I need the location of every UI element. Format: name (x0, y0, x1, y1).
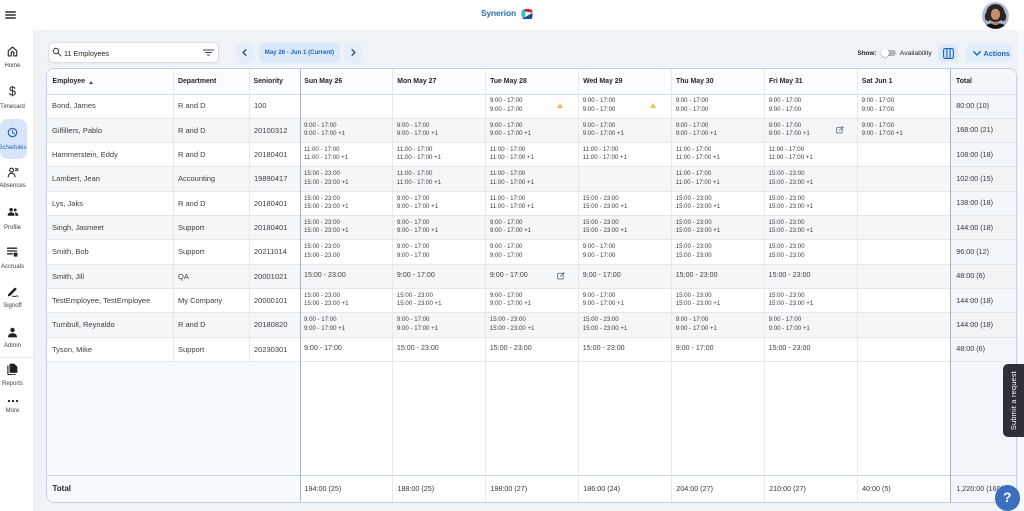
svg-text:$: $ (9, 85, 16, 97)
